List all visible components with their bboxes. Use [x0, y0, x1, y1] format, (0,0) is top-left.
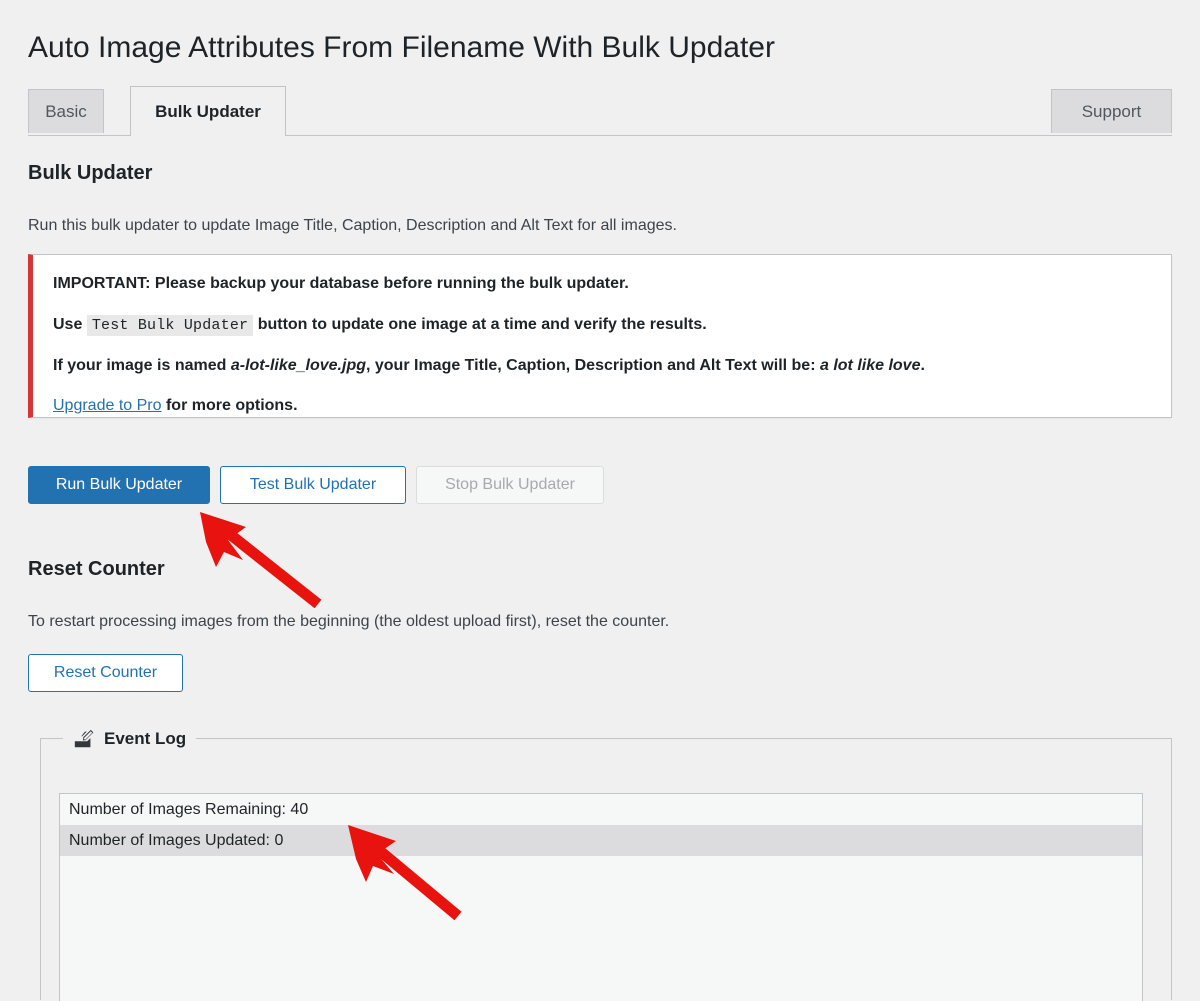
bulk-updater-heading: Bulk Updater [28, 162, 153, 184]
notice-example-result: a lot like love [819, 356, 921, 374]
notice-example-prefix: If your image is named [53, 356, 227, 374]
notice-example-middle: , your Image Title, Caption, Description… [365, 356, 816, 374]
notice-line-upgrade: Upgrade to Pro for more options. [53, 394, 1151, 419]
reset-counter-description: To restart processing images from the be… [28, 613, 670, 630]
tab-support[interactable]: Support [1051, 89, 1172, 133]
code-test-bulk-updater: Test Bulk Updater [86, 314, 254, 336]
event-log-list[interactable]: Number of Images Remaining: 40 Number of… [59, 793, 1143, 1001]
arrow-to-run-button [200, 512, 322, 609]
notice-use-prefix: Use [53, 315, 83, 333]
notice-example-period: . [920, 356, 925, 374]
tab-bulk-updater[interactable]: Bulk Updater [130, 86, 286, 136]
tab-bar: Basic Bulk Updater Support [0, 86, 1200, 138]
edit-compose-icon [73, 728, 95, 750]
tab-basic[interactable]: Basic [28, 89, 104, 133]
bulk-updater-description: Run this bulk updater to update Image Ti… [28, 217, 677, 234]
notice-example-filename: a-lot-like_love.jpg [230, 356, 366, 374]
notice-body: IMPORTANT: Please backup your database b… [33, 255, 1171, 419]
reset-counter-button[interactable]: Reset Counter [28, 654, 183, 692]
page-title: Auto Image Attributes From Filename With… [28, 31, 775, 64]
reset-counter-heading: Reset Counter [28, 558, 165, 580]
event-log-legend: Event Log [63, 725, 197, 753]
notice-upgrade-suffix: for more options. [165, 397, 298, 415]
run-bulk-updater-button[interactable]: Run Bulk Updater [28, 466, 210, 504]
log-row-images-remaining: Number of Images Remaining: 40 [60, 794, 1142, 825]
notice-line-example: If your image is named a-lot-like_love.j… [53, 354, 1151, 379]
log-row-images-updated: Number of Images Updated: 0 [60, 825, 1142, 856]
notice-line-important: IMPORTANT: Please backup your database b… [53, 275, 629, 292]
stop-bulk-updater-button: Stop Bulk Updater [416, 466, 604, 504]
event-log-label: Event Log [104, 729, 187, 748]
test-bulk-updater-button[interactable]: Test Bulk Updater [220, 466, 406, 504]
event-log-fieldset: Event Log Number of Images Remaining: 40… [40, 725, 1172, 1001]
notice-line-test-hint: Use Test Bulk Updater button to update o… [53, 313, 1151, 338]
upgrade-to-pro-link[interactable]: Upgrade to Pro [53, 397, 162, 414]
admin-page: Auto Image Attributes From Filename With… [0, 0, 1200, 1001]
notice-use-suffix: button to update one image at a time and… [257, 315, 707, 333]
important-notice: IMPORTANT: Please backup your database b… [28, 254, 1172, 418]
